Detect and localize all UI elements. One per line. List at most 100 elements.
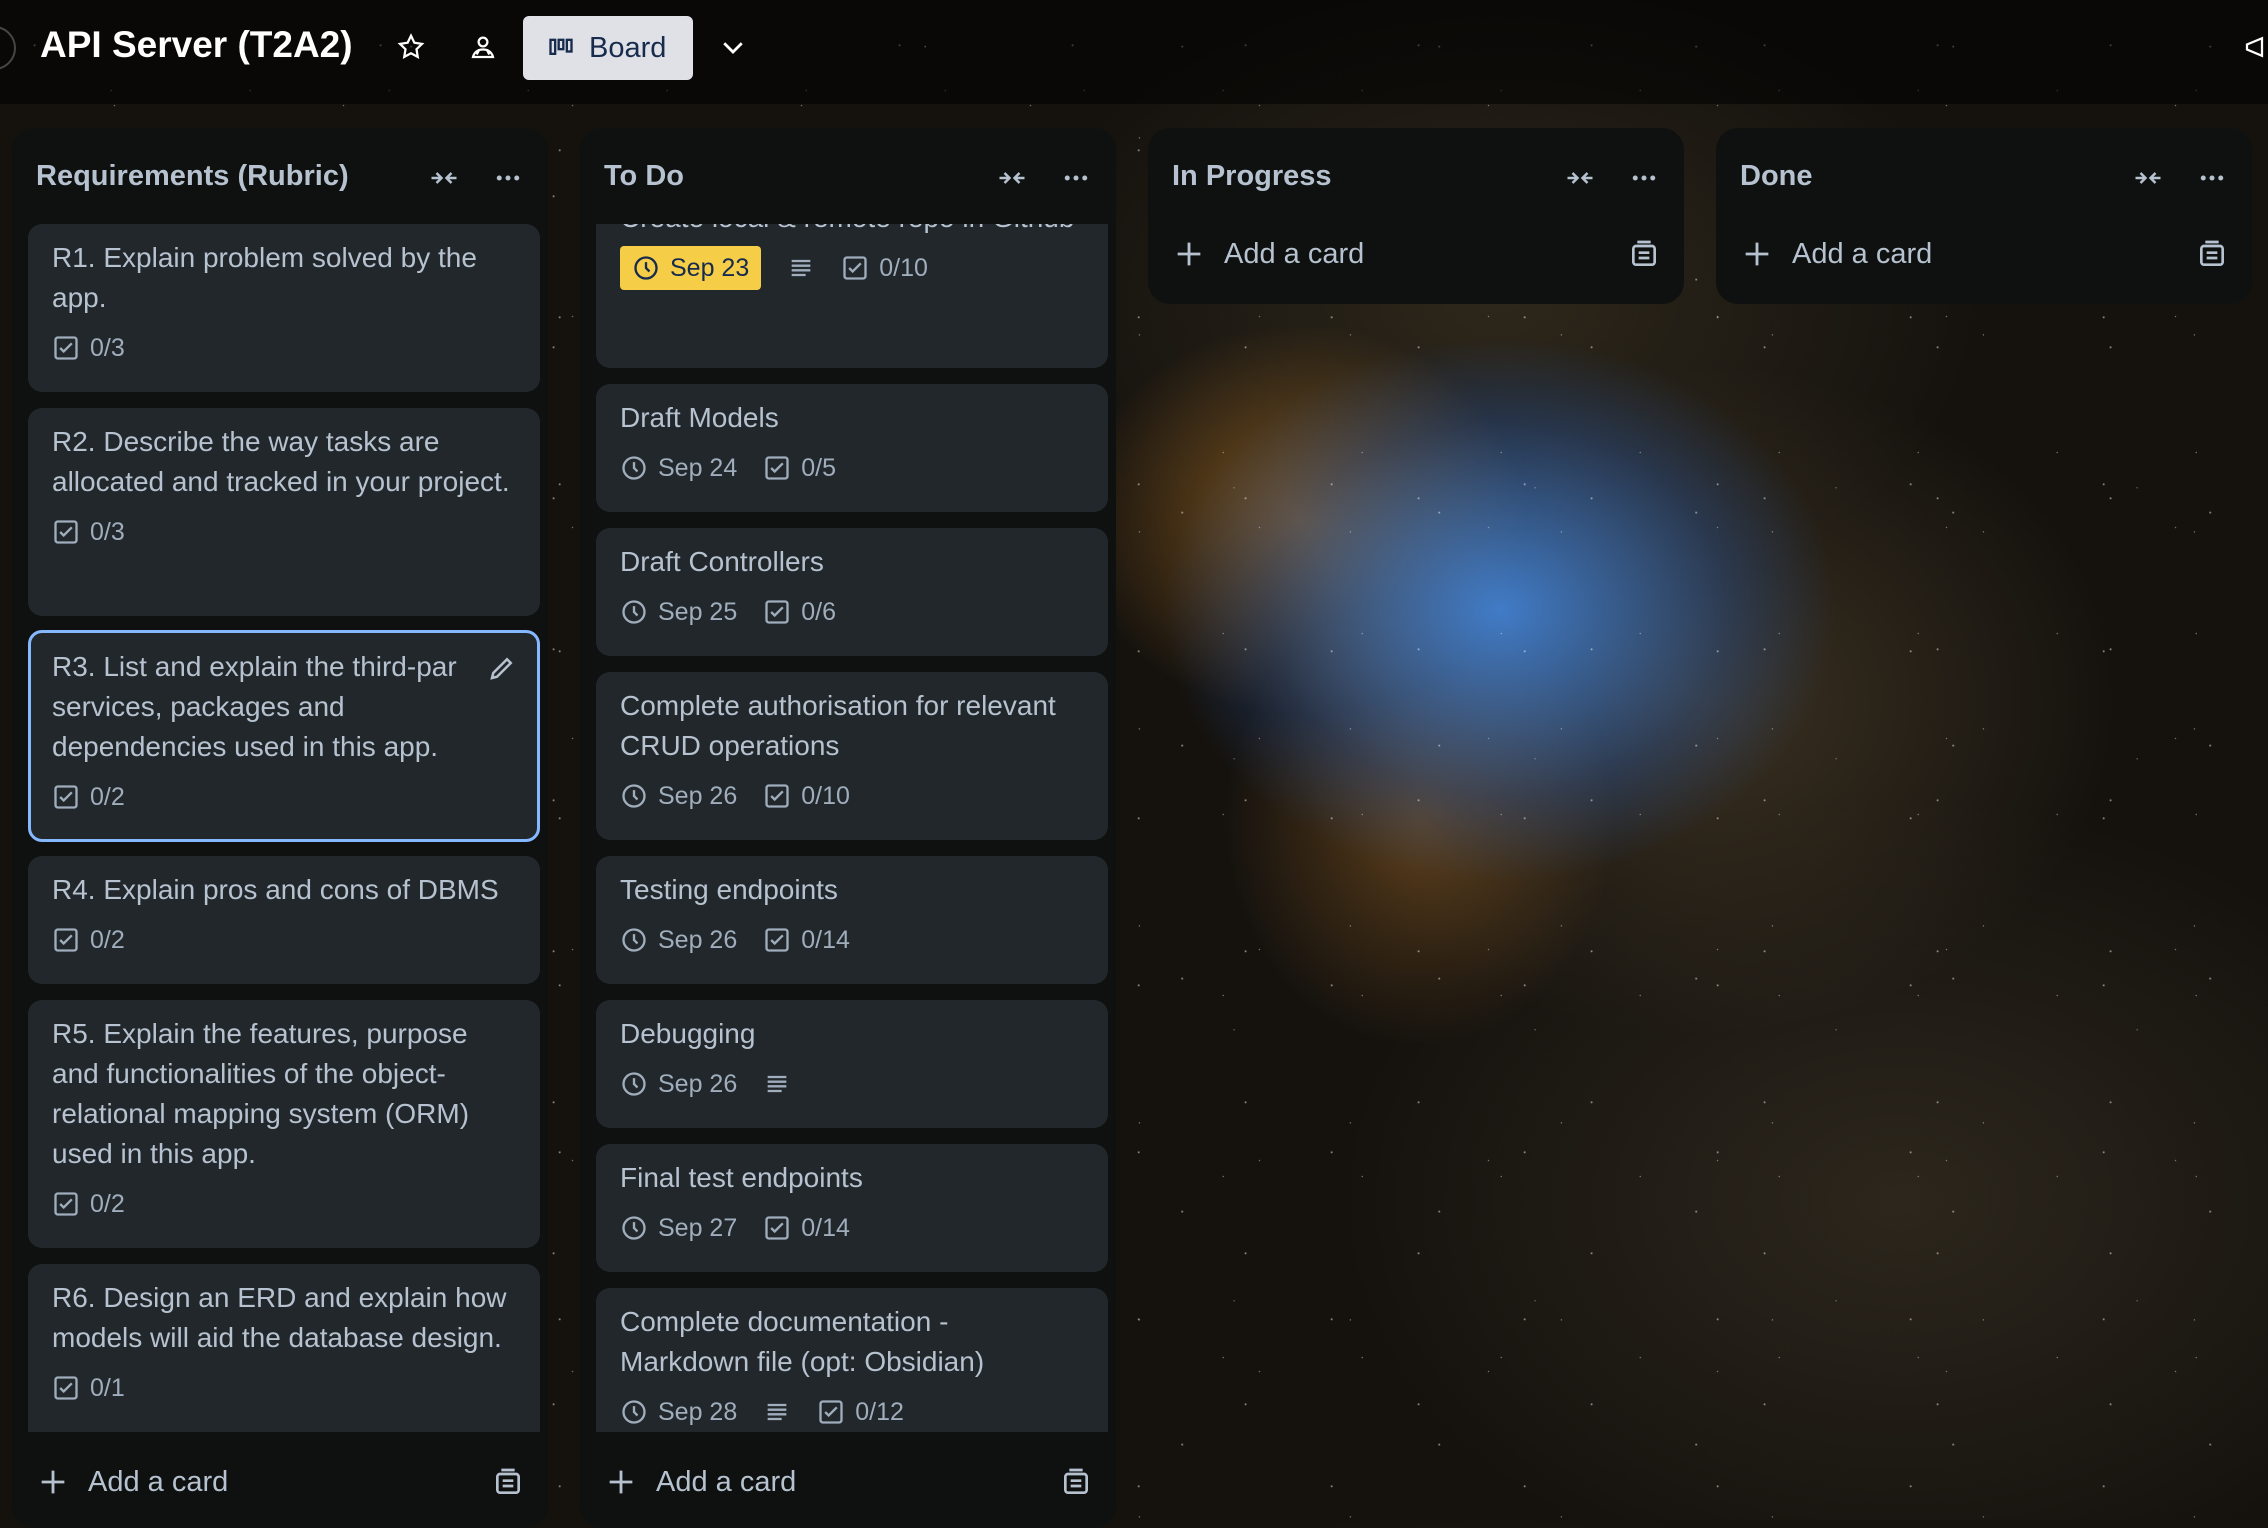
chevron-down-icon[interactable] (712, 26, 754, 68)
list-title[interactable]: In Progress (1172, 160, 1332, 193)
checklist-icon (54, 928, 78, 952)
checklist-icon (765, 928, 789, 952)
due-date: Sep 26 (658, 1069, 738, 1098)
checklist-badge: 0/1 (52, 1366, 125, 1410)
card-template-icon[interactable] (2196, 238, 2228, 270)
plus-icon (41, 1470, 65, 1494)
checklist-count: 0/14 (801, 925, 850, 954)
card-list: Create local & remote repo in Github Sep… (580, 224, 1116, 1432)
clock-icon (622, 1216, 646, 1240)
due-date-badge[interactable]: Sep 26 (620, 774, 737, 818)
visibility-icon[interactable] (462, 26, 504, 68)
due-date: Sep 24 (658, 453, 738, 482)
clock-icon (622, 600, 646, 624)
card-template-icon[interactable] (1060, 1466, 1092, 1498)
checklist-icon (54, 1192, 78, 1216)
checklist-icon (54, 520, 78, 544)
list-actions-icon[interactable] (1056, 158, 1096, 198)
board-view-button[interactable]: Board (523, 16, 693, 80)
clock-icon (622, 784, 646, 808)
description-icon (791, 259, 811, 277)
card-title: R3. List and explain the third-par servi… (52, 651, 465, 762)
description-icon (767, 1075, 787, 1093)
list-title[interactable]: Done (1740, 160, 1813, 193)
card[interactable]: R5. Explain the features, purpose and fu… (28, 1000, 540, 1248)
checklist-badge: 0/10 (763, 774, 850, 818)
add-card-button[interactable]: Add a card (36, 1454, 524, 1510)
checklist-count: 0/5 (801, 453, 837, 482)
checklist-icon (54, 336, 78, 360)
checklist-badge: 0/6 (763, 590, 836, 634)
due-date-badge[interactable]: Sep 26 (620, 1062, 737, 1106)
due-date-badge[interactable]: Sep 24 (620, 446, 737, 490)
board-title[interactable]: API Server (T2A2) (40, 24, 353, 66)
add-card-button[interactable]: Add a card (1172, 226, 1660, 282)
checklist-count: 0/12 (855, 1397, 904, 1426)
card[interactable]: Complete authorisation for relevant CRUD… (596, 672, 1108, 840)
list-to-do: To Do Create local & remote repo in Gith… (580, 128, 1116, 1528)
add-card-button[interactable]: Add a card (604, 1454, 1092, 1510)
clock-icon (622, 456, 646, 480)
card[interactable]: R2. Describe the way tasks are allocated… (28, 408, 540, 616)
list-header: Requirements (Rubric) (12, 128, 548, 224)
checklist-badge: 0/2 (52, 918, 125, 962)
list-actions-icon[interactable] (2192, 158, 2232, 198)
workspace-avatar[interactable] (0, 26, 16, 70)
card-title: R1. Explain problem solved by the app. (52, 242, 485, 313)
collapse-list-icon[interactable] (1560, 158, 1600, 198)
checklist-badge: 0/14 (763, 1206, 850, 1250)
card-title: R5. Explain the features, purpose and fu… (52, 1018, 477, 1169)
checklist-badge: 0/2 (52, 1182, 125, 1226)
card[interactable]: Create local & remote repo in Github Sep… (596, 224, 1108, 368)
card[interactable]: Complete documentation - Markdown file (… (596, 1288, 1108, 1432)
due-date-badge[interactable]: Sep 25 (620, 590, 737, 634)
checklist-icon (819, 1400, 843, 1424)
due-date-badge[interactable]: Sep 28 (620, 1390, 737, 1432)
list-title[interactable]: To Do (604, 160, 684, 193)
card[interactable]: R6. Design an ERD and explain how models… (28, 1264, 540, 1432)
star-icon[interactable] (390, 26, 432, 68)
checklist-icon (765, 456, 789, 480)
checklist-icon (54, 1376, 78, 1400)
due-date: Sep 25 (658, 597, 738, 626)
clock-icon (622, 1072, 646, 1096)
checklist-badge: 0/3 (52, 510, 125, 554)
checklist-count: 0/3 (90, 333, 125, 362)
collapse-list-icon[interactable] (2128, 158, 2168, 198)
board-view-label: Board (589, 31, 667, 64)
list-actions-icon[interactable] (1624, 158, 1664, 198)
card-title: Draft Controllers (620, 546, 824, 577)
card[interactable]: Final test endpoints Sep 27 0/14 (596, 1144, 1108, 1272)
list-title[interactable]: Requirements (Rubric) (36, 160, 349, 193)
due-date-badge[interactable]: Sep 26 (620, 918, 737, 962)
due-date-badge[interactable]: Sep 27 (620, 1206, 737, 1250)
checklist-icon (54, 785, 78, 809)
card[interactable]: R1. Explain problem solved by the app. 0… (28, 224, 540, 392)
collapse-list-icon[interactable] (992, 158, 1032, 198)
card-title: Debugging (620, 1018, 756, 1049)
add-card-button[interactable]: Add a card (1740, 226, 2228, 282)
list-actions-icon[interactable] (488, 158, 528, 198)
card[interactable]: Draft Models Sep 24 0/5 (596, 384, 1108, 512)
card-title: Create local & remote repo in Github (620, 224, 1084, 238)
checklist-count: 0/2 (90, 1189, 125, 1218)
checklist-count: 0/14 (801, 1213, 850, 1242)
megaphone-icon[interactable] (2236, 26, 2268, 68)
checklist-badge: 0/3 (52, 326, 125, 370)
card-template-icon[interactable] (492, 1466, 524, 1498)
card[interactable]: R3. List and explain the third-par servi… (28, 630, 540, 842)
edit-icon[interactable] (487, 653, 517, 683)
card-template-icon[interactable] (1628, 238, 1660, 270)
checklist-count: 0/2 (90, 782, 125, 811)
card-title: Complete authorisation for relevant CRUD… (620, 690, 1064, 761)
card[interactable]: R4. Explain pros and cons of DBMS 0/2 (28, 856, 540, 984)
checklist-count: 0/3 (90, 517, 125, 546)
card[interactable]: Draft Controllers Sep 25 0/6 (596, 528, 1108, 656)
checklist-icon (765, 600, 789, 624)
board-header: API Server (T2A2) Board (0, 0, 2268, 104)
card[interactable]: Testing endpoints Sep 26 0/14 (596, 856, 1108, 984)
card-title: R6. Design an ERD and explain how models… (52, 1282, 515, 1353)
due-date-badge[interactable]: Sep 23 (620, 246, 762, 290)
card[interactable]: Debugging Sep 26 (596, 1000, 1108, 1128)
collapse-list-icon[interactable] (424, 158, 464, 198)
